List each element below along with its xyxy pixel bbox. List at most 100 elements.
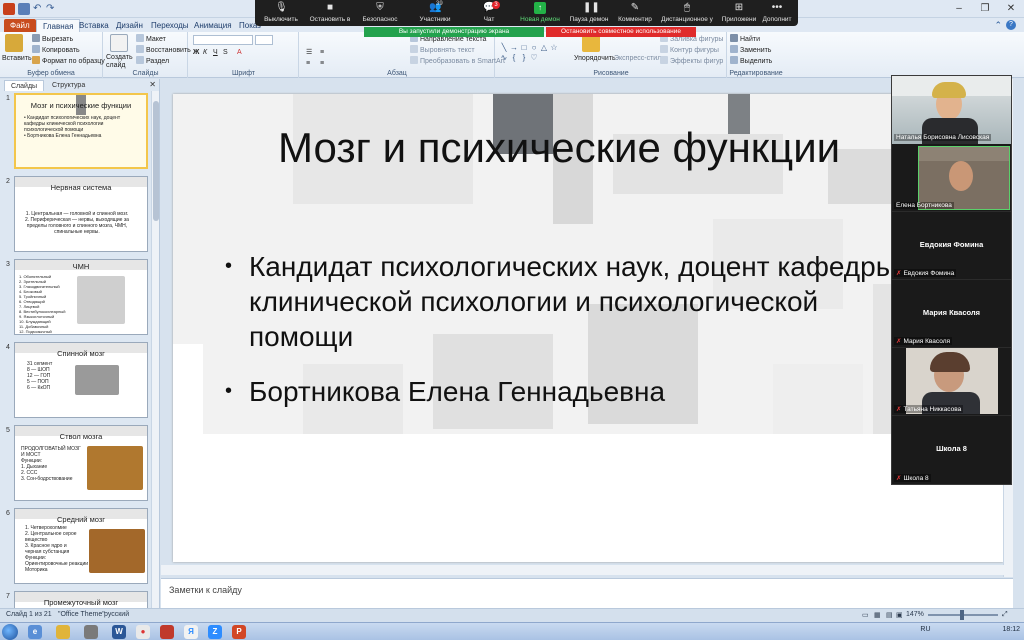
help-icon[interactable]: ? [1006,20,1016,30]
align-center-icon[interactable]: ≡ [320,59,324,68]
normal-view-icon[interactable]: ▭ [862,611,869,619]
replace-button[interactable]: Заменить [730,45,771,55]
pause-share-button[interactable]: ❚❚ Пауза демон [565,0,613,26]
word-icon[interactable]: W [112,625,126,639]
section-button[interactable]: Раздел [136,56,169,66]
participant-tile[interactable]: ✗ Татьяна Никкасова [892,348,1011,416]
notes-pane[interactable]: Заметки к слайду [161,578,1013,608]
slide-thumbnail-1[interactable]: 1 Мозг и психические функции • Кандидат … [0,93,150,171]
restore-icon[interactable]: ❐ [976,2,994,16]
numbering-icon[interactable]: ≡ [320,48,324,57]
copy-button[interactable]: Копировать [32,45,80,55]
underline-icon[interactable]: Ч [213,48,218,57]
undo-icon[interactable]: ↶ [33,3,45,15]
apps-button[interactable]: ⊞ Приложени [717,0,761,26]
language-tray[interactable]: RU [920,626,930,633]
strikethrough-icon[interactable]: S [223,48,228,57]
fit-slide-icon[interactable]: ⤢ [1002,611,1008,619]
bullets-icon[interactable]: ☰ [306,48,312,57]
zoom-app-icon[interactable]: Z [208,625,222,639]
oval-shape-icon[interactable]: ○ [530,44,538,52]
chrome-icon[interactable]: ● [136,625,150,639]
paste-button[interactable]: Вставить [2,54,32,63]
zoom-level[interactable]: 147% [906,611,924,618]
tab-slides[interactable]: Слайды [4,80,45,91]
editor-horizontal-scrollbar[interactable] [161,565,1013,575]
remote-control-button[interactable]: 🖱 Дистанционное у [657,0,717,26]
arrow-shape-icon[interactable]: → [510,44,518,52]
bold-icon[interactable]: Ж [193,48,199,57]
heart-shape-icon[interactable]: ♡ [530,54,538,62]
new-slide-button[interactable]: Создать слайд [106,54,136,70]
ie-browser-icon[interactable]: e [28,625,42,639]
tab-outline[interactable]: Структура [46,80,91,91]
slide-thumbnail-6[interactable]: 6 Средний мозг 1. Четверохолмие 2. Центр… [0,508,150,586]
theme-name[interactable]: "Office Theme" [58,611,105,618]
align-left-icon[interactable]: ≡ [306,59,310,68]
close-icon[interactable]: ✕ [1002,2,1020,16]
close-pane-icon[interactable]: ✕ [149,80,156,89]
tab-animation[interactable]: Анимация [188,19,238,32]
yandex-icon[interactable]: Я [184,625,198,639]
bracket-shape-icon[interactable]: } [520,54,528,62]
reset-button[interactable]: Восстановить [136,45,191,55]
curve-shape-icon[interactable]: ∿ [500,54,508,62]
tab-insert[interactable]: Вставка [73,19,115,32]
triangle-shape-icon[interactable]: △ [540,44,548,52]
participant-tile[interactable]: Наталья Борисовна Лисовская [892,76,1011,144]
font-color-icon[interactable]: A [237,48,242,57]
find-button[interactable]: Найти [730,34,760,44]
shape-effects-button[interactable]: Эффекты фигур [660,56,723,66]
sorter-view-icon[interactable]: ▦ [874,611,881,619]
star-shape-icon[interactable]: ☆ [550,44,558,52]
slide-thumbnail-5[interactable]: 5 Ствол мозга ПРОДОЛГОВАТЫЙ МОЗГ И МОСТ … [0,425,150,503]
slide-thumbnail-2[interactable]: 2 Нервная система 1. Центральная — голов… [0,176,150,254]
participant-tile[interactable]: Елена Бортникова [892,144,1011,212]
media-player-icon[interactable] [84,625,98,639]
participant-tile[interactable]: Мария Квасоля ✗ Мария Квасоля [892,280,1011,348]
format-painter-button[interactable]: Формат по образцу [32,56,105,66]
quick-styles-button[interactable]: Экспресс-стили [614,54,665,63]
slide-thumbnail-4[interactable]: 4 Спинной мозг 31 сегмент 8 — ШОП 12 — Г… [0,342,150,420]
slide-thumbnail-3[interactable]: 3 ЧМН 1. Обонятельный 2. Зрительный 3. Г… [0,259,150,337]
scrollbar-thumb[interactable] [153,101,159,221]
slide-thumbnail-7[interactable]: 7 Промежуточный мозг [0,591,150,608]
mute-button[interactable]: 🎙 Выключить [257,0,305,26]
stop-sharing-button[interactable]: Остановить совместное использование [546,27,696,37]
cut-button[interactable]: Вырезать [32,34,73,44]
app-icon[interactable] [160,625,174,639]
new-share-button[interactable]: ↑ Новая демон [515,0,565,26]
start-button-icon[interactable] [2,624,18,640]
tab-design[interactable]: Дизайн [110,19,149,32]
file-explorer-icon[interactable] [56,625,70,639]
select-button[interactable]: Выделить [730,56,772,66]
language-indicator[interactable]: русский [104,611,129,618]
stop-video-button[interactable]: ■ Остановить в [305,0,355,26]
minimize-icon[interactable]: – [950,2,968,16]
line-shape-icon[interactable]: ╲ [500,44,508,52]
brace-shape-icon[interactable]: { [510,54,518,62]
participant-tile[interactable]: Евдокия Фомина ✗ Евдокия Фомина [892,212,1011,280]
security-button[interactable]: ⛨ Безопаснос [355,0,405,26]
slideshow-view-icon[interactable]: ▣ [896,611,903,619]
slide-canvas[interactable]: Мозг и психические функции • Кандидат пси… [173,94,1003,562]
slide-title[interactable]: Мозг и психические функции [278,124,840,172]
redo-icon[interactable]: ↷ [46,3,58,15]
align-text-button[interactable]: Выровнять текст [410,45,475,55]
italic-icon[interactable]: К [203,48,207,57]
slide-bullets[interactable]: • Кандидат психологических наук, доцент к… [223,249,903,429]
chat-button[interactable]: 💬 Чат [465,0,513,26]
participants-button[interactable]: 👥 Участники [405,0,465,26]
save-icon[interactable] [18,3,30,15]
participant-tile[interactable]: Школа 8 ✗ Школа 8 [892,416,1011,484]
thumbnail-scrollbar[interactable] [151,91,159,608]
arrange-button[interactable]: Упорядочить [574,54,616,63]
font-size-combo[interactable] [255,35,273,45]
annotate-button[interactable]: ✎ Комментир [613,0,657,26]
powerpoint-taskbar-icon[interactable]: P [232,625,246,639]
ribbon-minimize-icon[interactable]: ⌃ [994,20,1002,31]
reading-view-icon[interactable]: ▤ [886,611,893,619]
shape-outline-button[interactable]: Контур фигуры [660,45,719,55]
layout-button[interactable]: Макет [136,34,166,44]
smartart-button[interactable]: Преобразовать в SmartArt [410,56,505,66]
